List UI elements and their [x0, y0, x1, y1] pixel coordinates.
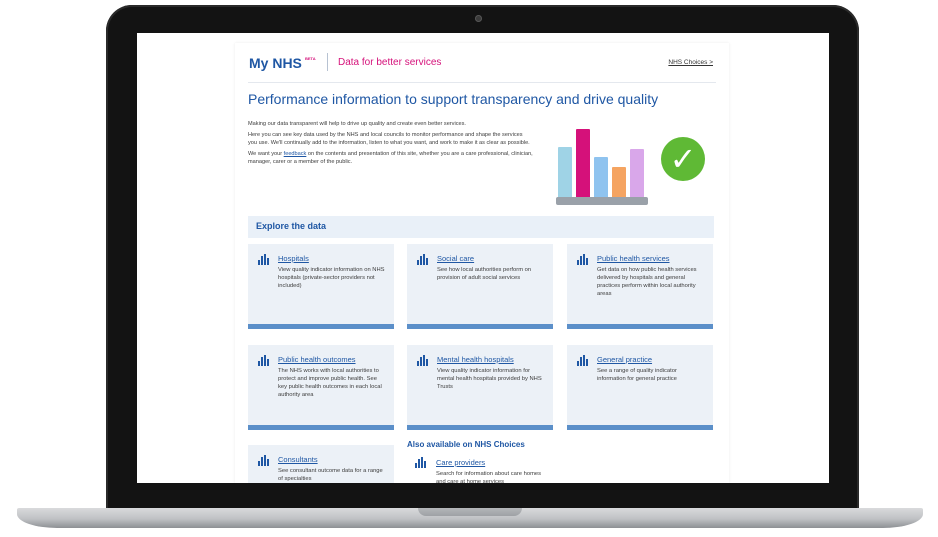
hero-bar-base	[556, 197, 648, 205]
intro-paragraph-1: Making our data transparent will help to…	[248, 121, 466, 127]
laptop-screen: My NHS BETA Data for better services NHS…	[137, 33, 829, 483]
bar-chart-icon	[258, 254, 270, 265]
intro-text: Making our data transparent will help to…	[248, 120, 533, 169]
card-description: See how local authorities perform on pro…	[437, 267, 532, 281]
card-social-care[interactable]: Social care See how local authorities pe…	[407, 244, 553, 329]
card-consultants[interactable]: Consultants See consultant outcome data …	[248, 445, 394, 483]
camera-icon	[475, 15, 482, 22]
card-title[interactable]: Social care	[437, 254, 474, 263]
laptop-base-notch	[418, 508, 522, 516]
feedback-link[interactable]: feedback	[284, 151, 307, 157]
site-tagline: Data for better services	[338, 57, 442, 68]
care-providers-link[interactable]: Care providers	[436, 458, 485, 467]
nhs-choices-link[interactable]: NHS Choices >	[668, 59, 713, 66]
also-available-heading: Also available on NHS Choices	[407, 440, 525, 449]
card-public-health-outcomes[interactable]: Public health outcomes The NHS works wit…	[248, 345, 394, 430]
card-title[interactable]: Public health services	[597, 254, 670, 263]
card-description: See consultant outcome data for a range …	[278, 468, 383, 482]
card-title[interactable]: Hospitals	[278, 254, 309, 263]
card-description: See a range of quality indicator informa…	[597, 368, 677, 382]
checkmark-icon: ✓	[661, 137, 705, 181]
hero-bar-5	[630, 149, 644, 197]
web-page: My NHS BETA Data for better services NHS…	[235, 43, 729, 483]
card-hospitals[interactable]: Hospitals View quality indicator informa…	[248, 244, 394, 329]
card-description: View quality indicator information on NH…	[278, 267, 385, 289]
hero-bar-1	[558, 147, 572, 197]
care-providers-description: Search for information about care homes …	[436, 471, 542, 483]
card-description: View quality indicator information for m…	[437, 368, 542, 390]
bar-chart-icon	[417, 254, 429, 265]
my-nhs-logo[interactable]: My NHS	[249, 55, 302, 71]
hero-bar-4	[612, 167, 626, 197]
card-description: Get data on how public health services d…	[597, 267, 697, 297]
card-title[interactable]: General practice	[597, 355, 652, 364]
bar-chart-icon	[258, 355, 270, 366]
site-header: My NHS BETA Data for better services NHS…	[248, 43, 716, 83]
hero-bar-3	[594, 157, 608, 197]
intro-paragraph-2: Here you can see key data used by the NH…	[248, 132, 530, 146]
header-divider	[327, 53, 328, 71]
card-title[interactable]: Mental health hospitals	[437, 355, 514, 364]
bar-chart-icon	[417, 355, 429, 366]
bar-chart-icon	[577, 355, 589, 366]
card-title[interactable]: Consultants	[278, 455, 318, 464]
care-providers-item[interactable]: Care providers Search for information ab…	[407, 455, 553, 483]
card-description: The NHS works with local authorities to …	[278, 368, 382, 398]
bar-chart-icon	[258, 455, 270, 466]
card-title[interactable]: Public health outcomes	[278, 355, 356, 364]
page-title: Performance information to support trans…	[248, 91, 659, 107]
bar-chart-icon	[415, 457, 427, 468]
beta-badge: BETA	[305, 56, 316, 61]
hero-illustration: ✓	[553, 123, 705, 213]
explore-heading: Explore the data	[248, 216, 714, 238]
intro-p3-start: We want your	[248, 151, 284, 157]
hero-bar-2	[576, 129, 590, 197]
card-public-health-services[interactable]: Public health services Get data on how p…	[567, 244, 713, 329]
card-mental-health-hospitals[interactable]: Mental health hospitals View quality ind…	[407, 345, 553, 430]
card-general-practice[interactable]: General practice See a range of quality …	[567, 345, 713, 430]
intro-paragraph-3: We want your feedback on the contents an…	[248, 150, 533, 166]
bar-chart-icon	[577, 254, 589, 265]
